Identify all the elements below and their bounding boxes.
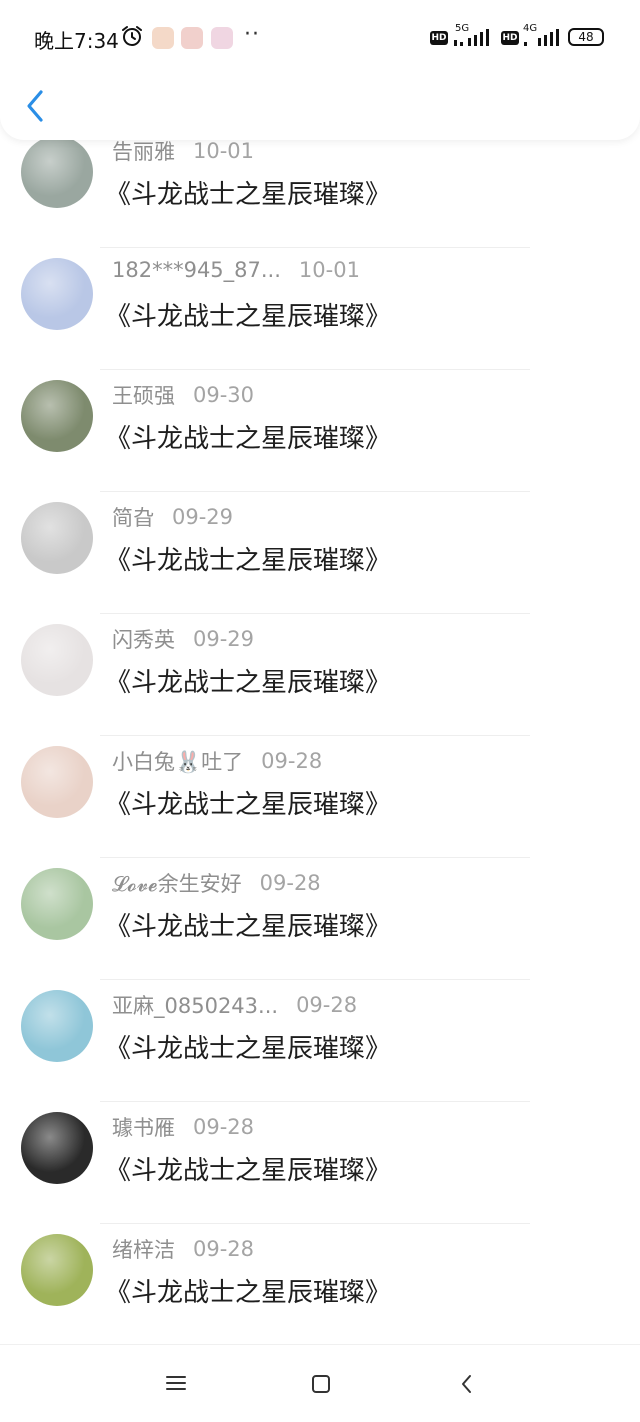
message-row[interactable]: 亚麻_0850243... 09-28 《斗龙战士之星辰璀璨》 xyxy=(0,980,640,1102)
sender-line: 璩书雁 09-28 xyxy=(112,1112,254,1142)
back-button[interactable] xyxy=(20,86,50,126)
message-list: 告丽雅 10-01 《斗龙战士之星辰璀璨》 182***945_87... 10-01 《… xyxy=(0,136,640,1346)
message-title: 《斗龙战士之星辰璀璨》 xyxy=(105,790,392,820)
avatar[interactable] xyxy=(21,868,93,940)
status-bar: 晚上7:34 ·· HD 5G HD 4G 48 xyxy=(0,0,640,72)
sender-line: 亚麻_0850243... 09-28 xyxy=(112,990,357,1020)
message-date: 09-28 xyxy=(193,1115,255,1139)
signal-strength-icon xyxy=(454,29,489,46)
hd-badge: HD xyxy=(501,31,519,45)
sender-line: 绪梓洁 09-28 xyxy=(112,1234,254,1264)
message-title: 《斗龙战士之星辰璀璨》 xyxy=(105,424,392,454)
menu-icon[interactable] xyxy=(165,1373,187,1393)
message-row[interactable]: 绪梓洁 09-28 《斗龙战士之星辰璀璨》 xyxy=(0,1224,640,1346)
message-date: 09-28 xyxy=(296,993,358,1017)
sender-name: 王硕强 xyxy=(112,384,175,408)
sender-name: 闪秀英 xyxy=(112,628,175,652)
conversation-list-page: 晚上7:34 ·· HD 5G HD 4G 48 告丽雅 10-01 《斗龙战士… xyxy=(0,0,640,1422)
message-row[interactable]: 璩书雁 09-28 《斗龙战士之星辰璀璨》 xyxy=(0,1102,640,1224)
home-square-icon[interactable] xyxy=(310,1373,332,1395)
avatar[interactable] xyxy=(21,136,93,208)
sender-name: 绪梓洁 xyxy=(112,1238,175,1262)
system-navigation-bar xyxy=(0,1344,640,1422)
message-row[interactable]: 简旮 09-29 《斗龙战士之星辰璀璨》 xyxy=(0,492,640,614)
message-date: 10-01 xyxy=(298,258,360,282)
sender-line: 王硕强 09-30 xyxy=(112,380,254,410)
message-title: 《斗龙战士之星辰璀璨》 xyxy=(105,1034,392,1064)
back-triangle-icon[interactable] xyxy=(457,1373,477,1395)
message-title: 《斗龙战士之星辰璀璨》 xyxy=(105,302,392,332)
avatar[interactable] xyxy=(21,624,93,696)
avatar[interactable] xyxy=(21,746,93,818)
sender-name: 182***945_87... xyxy=(112,258,281,282)
sender-name: 𝓛𝓸𝓿𝓮余生安好 xyxy=(112,872,242,896)
message-row[interactable]: 小白兔🐰吐了 09-28 《斗龙战士之星辰璀璨》 xyxy=(0,736,640,858)
sender-name: 告丽雅 xyxy=(112,140,175,164)
message-title: 《斗龙战士之星辰璀璨》 xyxy=(105,668,392,698)
signal-strength-icon xyxy=(524,29,559,46)
more-notifications-icon: ·· xyxy=(244,22,260,47)
message-date: 09-29 xyxy=(172,505,234,529)
sender-name: 小白兔🐰吐了 xyxy=(112,750,244,774)
avatar[interactable] xyxy=(21,258,93,330)
message-row[interactable]: 182***945_87... 10-01 《斗龙战士之星辰璀璨》 xyxy=(0,248,640,370)
message-title: 《斗龙战士之星辰璀璨》 xyxy=(105,546,392,576)
hd-badge: HD xyxy=(430,31,448,45)
message-title: 《斗龙战士之星辰璀璨》 xyxy=(105,912,392,942)
sender-name: 亚麻_0850243... xyxy=(112,994,279,1018)
sender-name: 璩书雁 xyxy=(112,1116,175,1140)
avatar[interactable] xyxy=(21,502,93,574)
avatar[interactable] xyxy=(21,380,93,452)
sender-line: 小白兔🐰吐了 09-28 xyxy=(112,746,322,776)
message-date: 09-29 xyxy=(193,627,255,651)
message-row[interactable]: 闪秀英 09-29 《斗龙战士之星辰璀璨》 xyxy=(0,614,640,736)
avatar[interactable] xyxy=(21,990,93,1062)
message-date: 09-28 xyxy=(193,1237,255,1261)
message-title: 《斗龙战士之星辰璀璨》 xyxy=(105,180,392,210)
message-date: 10-01 xyxy=(193,139,255,163)
message-row[interactable]: 𝓛𝓸𝓿𝓮余生安好 09-28 《斗龙战士之星辰璀璨》 xyxy=(0,858,640,980)
alarm-clock-icon xyxy=(122,26,142,46)
sender-name: 简旮 xyxy=(112,506,154,530)
status-time: 晚上7:34 xyxy=(34,29,119,53)
notification-app-icon xyxy=(181,27,203,49)
message-title: 《斗龙战士之星辰璀璨》 xyxy=(105,1278,392,1308)
avatar[interactable] xyxy=(21,1112,93,1184)
notification-app-icon xyxy=(211,27,233,49)
sender-line: 闪秀英 09-29 xyxy=(112,624,254,654)
sender-line: 182***945_87... 10-01 xyxy=(112,258,360,282)
message-row[interactable]: 告丽雅 10-01 《斗龙战士之星辰璀璨》 xyxy=(0,136,640,248)
sender-line: 告丽雅 10-01 xyxy=(112,136,254,166)
sender-line: 简旮 09-29 xyxy=(112,502,233,532)
message-date: 09-28 xyxy=(261,749,323,773)
notification-app-icon xyxy=(152,27,174,49)
message-row[interactable]: 王硕强 09-30 《斗龙战士之星辰璀璨》 xyxy=(0,370,640,492)
sender-line: 𝓛𝓸𝓿𝓮余生安好 09-28 xyxy=(112,868,321,898)
chevron-left-icon xyxy=(27,90,43,122)
top-header-card: 晚上7:34 ·· HD 5G HD 4G 48 xyxy=(0,0,640,140)
message-date: 09-30 xyxy=(193,383,255,407)
battery-indicator: 48 xyxy=(568,28,604,46)
avatar[interactable] xyxy=(21,1234,93,1306)
message-date: 09-28 xyxy=(259,871,321,895)
message-title: 《斗龙战士之星辰璀璨》 xyxy=(105,1156,392,1186)
